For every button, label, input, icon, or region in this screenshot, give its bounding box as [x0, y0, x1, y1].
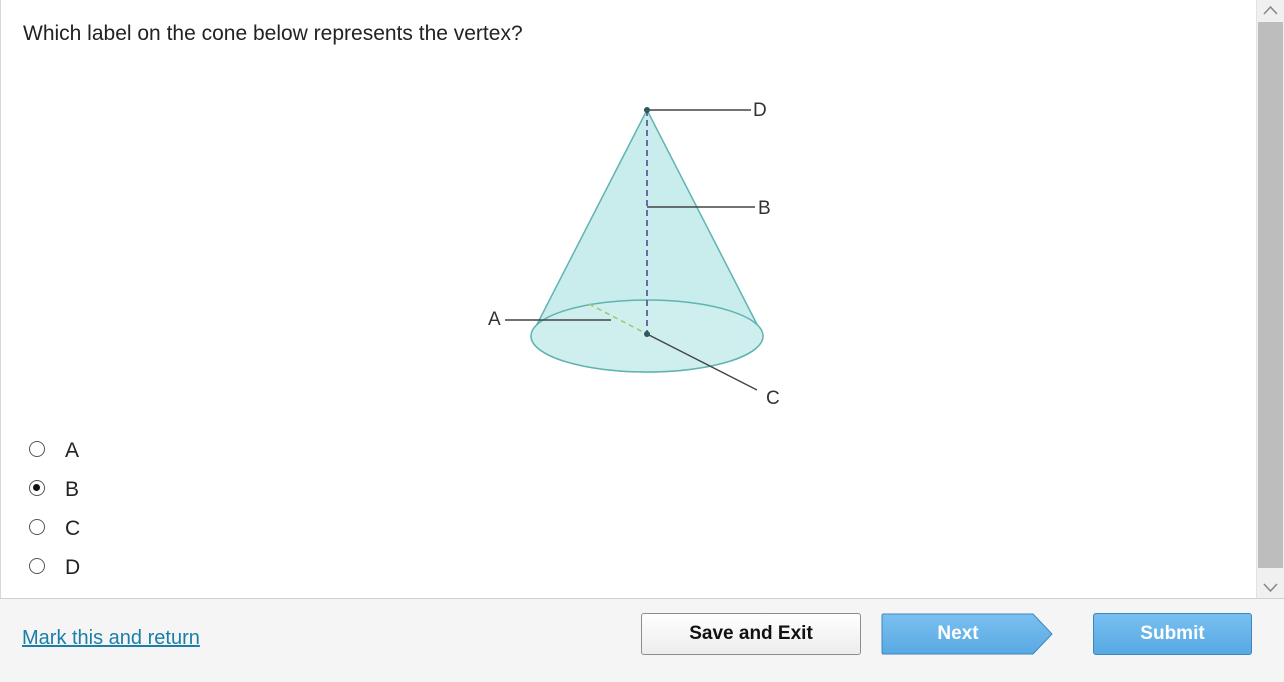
- radio-d[interactable]: [29, 558, 45, 574]
- scroll-up-arrow-icon[interactable]: [1257, 0, 1284, 22]
- option-d[interactable]: D: [29, 553, 229, 592]
- radio-b[interactable]: [29, 480, 45, 496]
- footer-bar: Mark this and return Save and Exit Next …: [0, 598, 1284, 682]
- option-c-label: C: [65, 517, 81, 540]
- question-panel: Which label on the cone below represents…: [0, 0, 1256, 598]
- option-b-label: B: [65, 478, 80, 501]
- label-d: D: [753, 100, 767, 121]
- question-text: Which label on the cone below represents…: [23, 22, 523, 45]
- cone-diagram: D B A C: [488, 100, 780, 409]
- label-a: A: [488, 309, 501, 330]
- submit-button[interactable]: Submit: [1093, 613, 1252, 655]
- vertical-scrollbar[interactable]: [1256, 0, 1284, 598]
- label-c: C: [766, 388, 780, 409]
- label-b: B: [758, 198, 771, 219]
- save-and-exit-button[interactable]: Save and Exit: [641, 613, 861, 655]
- option-b[interactable]: B: [29, 475, 229, 514]
- option-a-label: A: [65, 439, 80, 462]
- option-a[interactable]: A: [29, 436, 229, 475]
- radio-a[interactable]: [29, 441, 45, 457]
- scroll-down-arrow-icon[interactable]: [1257, 576, 1284, 598]
- base-center-point: [644, 331, 650, 337]
- next-button[interactable]: Next: [881, 613, 1053, 655]
- option-d-label: D: [65, 556, 81, 579]
- vertex-point: [644, 107, 650, 113]
- option-c[interactable]: C: [29, 514, 229, 553]
- answer-options: A B C D: [29, 436, 229, 592]
- scroll-thumb[interactable]: [1258, 22, 1283, 568]
- next-label: Next: [937, 623, 979, 644]
- radio-c[interactable]: [29, 519, 45, 535]
- mark-and-return-link[interactable]: Mark this and return: [22, 627, 200, 650]
